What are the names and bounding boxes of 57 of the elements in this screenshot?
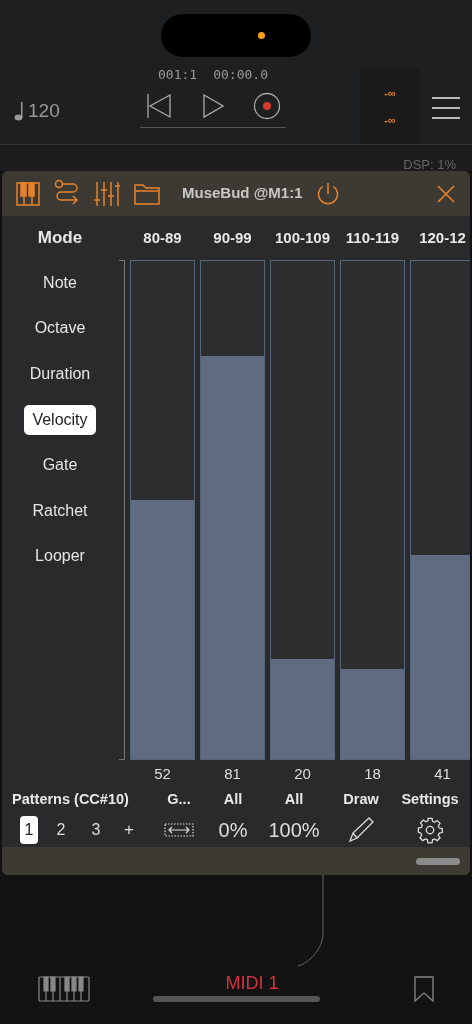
dsp-reading: DSP: 1% [403,158,456,171]
power-icon[interactable] [316,181,341,206]
mode-option[interactable]: Velocity [24,404,96,435]
mode-option[interactable]: Octave [26,313,94,344]
tool-button[interactable]: 0% [218,812,248,847]
tool-label: G... [167,790,191,810]
bookmark-icon[interactable] [414,976,434,1002]
folder-icon[interactable] [134,182,160,205]
velocity-bar[interactable] [340,260,405,760]
plugin-title: MuseBud @M1:1 [182,183,303,204]
range-header: 120-12 [419,227,466,248]
mode-header: Mode [37,227,83,250]
mode-option[interactable]: Gate [34,450,86,481]
range-header: 80-89 [143,227,182,248]
track-name[interactable]: MIDI 1 [225,970,279,997]
pattern-tab[interactable]: 2 [49,815,73,844]
range-header: 90-99 [213,227,252,248]
menu-button[interactable] [432,95,460,121]
bar-value: 18 [364,763,381,784]
velocity-bar[interactable] [270,260,335,760]
note-icon [14,101,24,122]
velocity-bar[interactable] [200,260,265,760]
bar-value: 52 [154,763,171,784]
tempo-value: 120 [28,99,60,123]
range-header: 100-109 [274,227,331,248]
stretch-icon [164,821,194,838]
scroll-pill [416,857,460,865]
velocity-bar[interactable] [130,260,195,760]
velocity-bar[interactable] [410,260,470,760]
record-button[interactable] [252,90,282,121]
tool-label: Settings [401,790,459,810]
patterns-label: Patterns (CC#10) [12,790,129,810]
piano-icon[interactable] [16,181,40,206]
close-icon[interactable] [436,183,456,204]
tool-label: All [284,790,304,810]
time-position: 00:00.0 [213,66,268,84]
mixer-icon[interactable] [94,179,120,208]
meter-reading: -∞ [384,86,396,101]
keyboard-icon[interactable] [38,976,90,1002]
range-header: 110-119 [345,227,400,248]
mode-option[interactable]: Duration [21,359,99,389]
settings-icon [416,815,444,844]
mode-option[interactable]: Looper [27,541,93,572]
mode-option[interactable]: Note [35,267,85,298]
tool-label: Draw [343,790,379,810]
meter-reading: -∞ [384,112,396,128]
bar-value: 41 [434,763,451,784]
bar-value: 20 [294,763,311,784]
mode-option[interactable]: Ratchet [24,495,96,526]
bar-value: 81 [224,763,241,784]
tool-label: All [223,790,243,810]
pattern-tab[interactable]: 1 [20,815,38,844]
pencil-icon [347,815,375,844]
pattern-tab[interactable]: 3 [84,815,108,844]
bar-position: 001:1 [158,66,198,84]
add-pattern-button[interactable]: + [119,815,139,844]
tool-button[interactable]: 100% [268,812,320,847]
